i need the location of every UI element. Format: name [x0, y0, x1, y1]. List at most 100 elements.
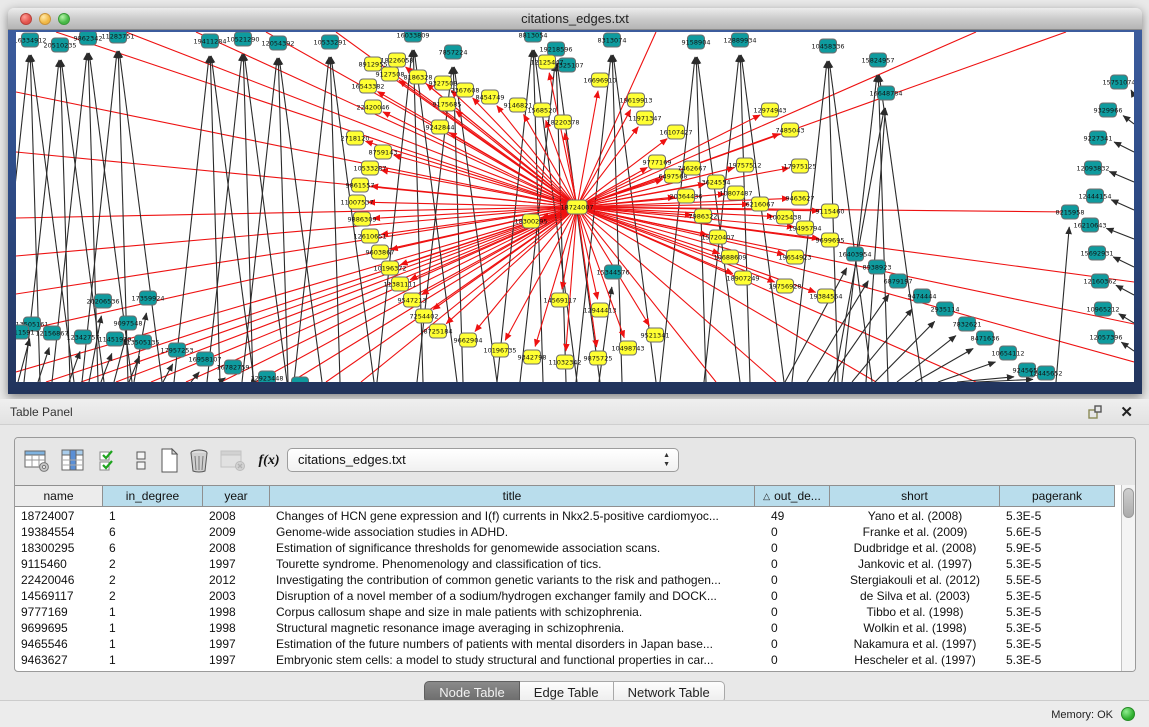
table-row[interactable]: 1872400712008Changes of HCN gene express…	[15, 508, 1123, 524]
delete-table-icon[interactable]	[185, 447, 213, 475]
graph-node[interactable]: 11007537	[340, 195, 373, 209]
column-header-in_degree[interactable]: in_degree	[103, 485, 203, 507]
graph-node[interactable]: 12054392	[261, 36, 294, 50]
float-panel-icon[interactable]	[1087, 404, 1103, 420]
table-row[interactable]: 969969511998Structural magnetic resonanc…	[15, 620, 1123, 636]
graph-node[interactable]: 12342757	[66, 330, 99, 344]
graph-node[interactable]: 19384554	[809, 289, 842, 303]
graph-node[interactable]: 7857224	[439, 45, 468, 59]
graph-node[interactable]: 9097548	[114, 316, 143, 330]
table-row[interactable]: 911546021997Tourette syndrome. Phenomeno…	[15, 556, 1123, 572]
graph-node[interactable]: 9158904	[682, 35, 711, 49]
graph-node[interactable]: 12974943	[753, 103, 786, 117]
graph-node[interactable]: 10458336	[811, 39, 844, 53]
graph-node[interactable]: 19411284	[193, 34, 226, 48]
table-row[interactable]: 1830029562008Estimation of significance …	[15, 540, 1123, 556]
graph-node[interactable]: 8759143	[369, 145, 398, 159]
graph-node[interactable]: 10196735	[483, 343, 516, 357]
graph-node[interactable]: 2935114	[931, 302, 960, 316]
graph-node[interactable]: 8454749	[476, 90, 505, 104]
graph-node[interactable]: 19218596	[539, 42, 572, 56]
graph-node[interactable]: 10521290	[226, 32, 259, 46]
graph-node[interactable]: 9699695	[816, 233, 845, 247]
graph-node[interactable]: 10654112	[991, 346, 1024, 360]
graph-node[interactable]: 19495794	[788, 221, 821, 235]
graph-node[interactable]: 15751074	[1102, 75, 1134, 89]
column-header-out_de[interactable]: △out_de...	[755, 485, 830, 507]
graph-node[interactable]: 12093832	[1076, 161, 1109, 175]
graph-node[interactable]: 12889934	[723, 33, 756, 47]
graph-node[interactable]: 12923448	[250, 371, 283, 382]
graph-node[interactable]: 9115460	[816, 204, 845, 218]
graph-node[interactable]: 20364436	[669, 189, 702, 203]
graph-node[interactable]: 10533287	[353, 161, 386, 175]
graph-node[interactable]: 12444154	[1078, 189, 1111, 203]
network-canvas[interactable]: 1633491220510235986234211283751194112841…	[16, 32, 1134, 382]
graph-node[interactable]: 11032342	[548, 355, 581, 369]
row-height-icon[interactable]	[127, 447, 155, 475]
graph-node[interactable]: 9227341	[1084, 131, 1113, 145]
graph-node[interactable]: 8471636	[971, 331, 1000, 345]
table-row[interactable]: 1456911722003Disruption of a novel membe…	[15, 588, 1123, 604]
graph-node[interactable]: 17975125	[783, 159, 816, 173]
new-table-icon[interactable]	[155, 447, 183, 475]
table-vertical-scrollbar[interactable]	[1121, 485, 1135, 671]
column-header-title[interactable]: title	[270, 485, 755, 507]
table-settings-icon[interactable]	[23, 447, 51, 475]
graph-node[interactable]: 16033809	[396, 32, 429, 42]
graph-node[interactable]: 9329966	[1094, 103, 1123, 117]
graph-node[interactable]: 18220378	[546, 115, 579, 129]
graph-node[interactable]: 15692931	[1080, 246, 1113, 260]
graph-node[interactable]: 16334912	[16, 33, 47, 47]
scrollbar-thumb[interactable]	[1123, 488, 1134, 518]
graph-node[interactable]: 9761212	[286, 377, 315, 382]
graph-node[interactable]: 10025438	[768, 210, 801, 224]
graph-node[interactable]: 15824957	[861, 53, 894, 67]
graph-node[interactable]: 11971347	[628, 111, 661, 125]
graph-node[interactable]: 9861557	[346, 178, 375, 192]
select-columns-icon[interactable]	[95, 447, 123, 475]
graph-node[interactable]: 8813054	[519, 32, 548, 42]
graph-node[interactable]: 9474444	[908, 289, 937, 303]
graph-node[interactable]: 11283751	[101, 32, 134, 43]
table-row[interactable]: 946554611997Estimation of the future num…	[15, 636, 1123, 652]
column-header-pagerank[interactable]: pagerank	[1000, 485, 1115, 507]
network-window[interactable]: citations_edges.txt 16334912205102359862…	[8, 8, 1142, 394]
function-builder-icon[interactable]: f(x)	[255, 447, 283, 475]
citation-graph[interactable]: 1633491220510235986234211283751194112841…	[16, 32, 1134, 382]
network-window-titlebar[interactable]: citations_edges.txt	[8, 8, 1142, 30]
graph-node[interactable]: 7986322	[689, 209, 718, 223]
graph-node[interactable]: 20510235	[43, 38, 76, 52]
graph-node[interactable]: 9463627	[786, 191, 815, 205]
graph-node[interactable]: 8215958	[1056, 205, 1085, 219]
graph-node[interactable]: 2718120	[341, 131, 370, 145]
graph-node[interactable]: 10533291	[313, 35, 346, 49]
column-header-year[interactable]: year	[203, 485, 270, 507]
table-selector-dropdown[interactable]: citations_edges.txt ▲▼	[287, 448, 679, 472]
graph-node[interactable]: 10498743	[611, 341, 644, 355]
table-row[interactable]: 946362711997Embryonic stem cells: a mode…	[15, 652, 1123, 668]
graph-node[interactable]: 22420046	[356, 100, 389, 114]
graph-node[interactable]: 8313074	[598, 33, 627, 47]
graph-node[interactable]: 8725184	[424, 324, 453, 338]
close-panel-icon[interactable]: ✕	[1120, 403, 1133, 421]
table-row[interactable]: 2242004622012Investigating the contribut…	[15, 572, 1123, 588]
graph-node[interactable]: 12944413	[583, 303, 616, 317]
graph-node[interactable]: 17359924	[131, 291, 164, 305]
graph-node[interactable]: 12057396	[1089, 330, 1122, 344]
table-row[interactable]: 977716911998Corpus callosum shape and si…	[15, 604, 1123, 620]
graph-node[interactable]: 19619913	[619, 93, 652, 107]
graph-node[interactable]: 16210643	[1073, 218, 1106, 232]
graph-node[interactable]: 7832621	[953, 317, 982, 331]
graph-node[interactable]: 16403954	[838, 247, 871, 261]
column-settings-icon[interactable]	[59, 447, 87, 475]
graph-node[interactable]: 9875725	[584, 351, 613, 365]
table-row[interactable]: 1938455462009Genome-wide association stu…	[15, 524, 1123, 540]
graph-node[interactable]: 16543382	[351, 79, 384, 93]
column-header-short[interactable]: short	[830, 485, 1000, 507]
column-header-name[interactable]: name	[15, 485, 103, 507]
graph-node[interactable]: 10965212	[1086, 302, 1119, 316]
graph-node[interactable]: 16696910	[583, 73, 616, 87]
memory-ok-indicator[interactable]	[1121, 707, 1135, 721]
graph-node[interactable]: 14569117	[543, 293, 576, 307]
